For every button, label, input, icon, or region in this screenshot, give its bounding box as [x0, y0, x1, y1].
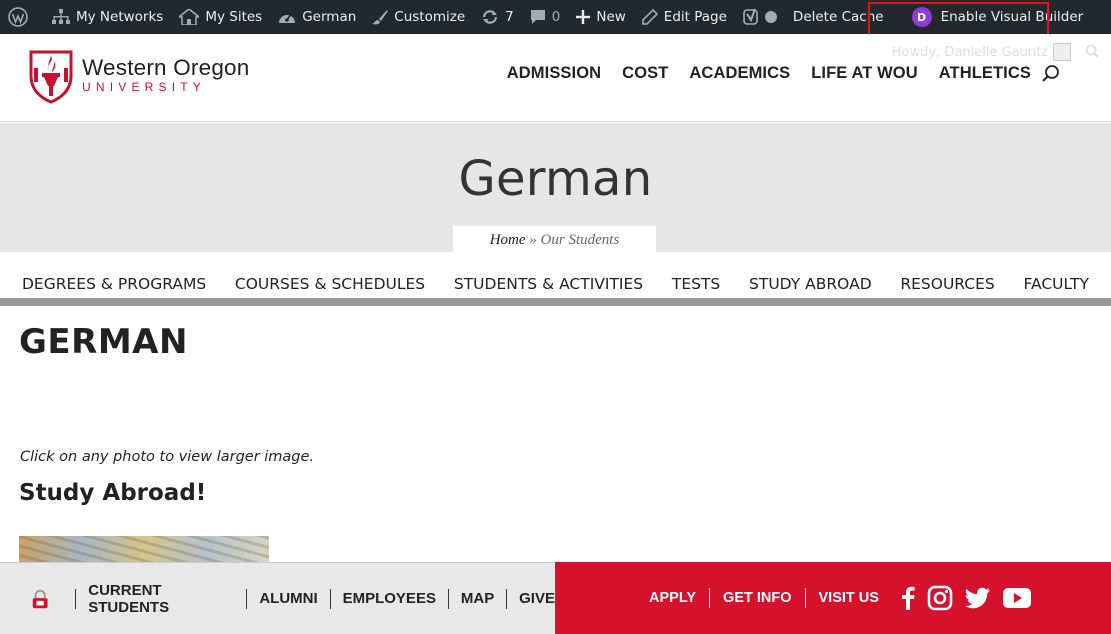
instagram-icon[interactable]: [927, 585, 953, 611]
wordpress-logo-button[interactable]: [0, 0, 44, 34]
nav-admission[interactable]: ADMISSION: [507, 64, 601, 83]
site-name-menu[interactable]: German: [270, 0, 364, 34]
sticky-footer-bar: CURRENT STUDENTS ALUMNI EMPLOYEES MAP GI…: [0, 562, 1111, 634]
nav-life-at-wou[interactable]: LIFE AT WOU: [811, 64, 918, 83]
page-title: German: [458, 151, 653, 207]
subnav-courses-schedules[interactable]: COURSES & SCHEDULES: [235, 275, 425, 293]
my-sites-icon: [179, 9, 200, 25]
my-networks-menu[interactable]: My Networks: [44, 0, 171, 34]
footer-visit-us[interactable]: VISIT US: [819, 590, 879, 606]
customize-button[interactable]: Customize: [364, 0, 473, 34]
footer-map[interactable]: MAP: [461, 590, 494, 607]
main-nav: ADMISSION COST ACADEMICS LIFE AT WOU ATH…: [486, 64, 1031, 83]
subnav-divider: [0, 298, 1111, 306]
footer-alumni[interactable]: ALUMNI: [259, 590, 317, 607]
my-sites-label: My Sites: [205, 9, 263, 25]
plus-icon: [576, 10, 591, 24]
nav-academics[interactable]: ACADEMICS: [689, 64, 790, 83]
updates-count: 7: [505, 9, 514, 25]
nav-cost[interactable]: COST: [622, 64, 668, 83]
admin-search-icon[interactable]: [1085, 44, 1099, 58]
subnav-students-activities[interactable]: STUDENTS & ACTIVITIES: [454, 275, 643, 293]
seo-status-dot-icon: [764, 11, 777, 23]
wou-logo-link[interactable]: Western Oregon UNIVERSITY: [28, 46, 249, 104]
subnav-resources[interactable]: RESOURCES: [900, 275, 994, 293]
avatar: [1053, 43, 1071, 61]
my-networks-label: My Networks: [76, 9, 164, 25]
search-icon[interactable]: [1041, 64, 1061, 84]
dashboard-icon: [279, 13, 296, 23]
subnav-faculty[interactable]: FACULTY: [1024, 275, 1089, 293]
subnav-degrees-programs[interactable]: DEGREES & PROGRAMS: [22, 275, 206, 293]
facebook-icon[interactable]: [901, 586, 915, 610]
site-header: Western Oregon UNIVERSITY Howdy, Daniell…: [0, 34, 1111, 122]
wordpress-icon: [8, 7, 28, 27]
nav-athletics[interactable]: ATHLETICS: [939, 64, 1031, 83]
department-subnav: DEGREES & PROGRAMS COURSES & SCHEDULES S…: [0, 252, 1111, 299]
breadcrumb-home-link[interactable]: Home: [490, 232, 526, 248]
torch-shield-logo-icon: [29, 50, 73, 104]
subnav-study-abroad[interactable]: STUDY ABROAD: [749, 275, 872, 293]
breadcrumb-separator: »: [529, 232, 537, 248]
network-icon: [52, 9, 70, 24]
footer-get-info[interactable]: GET INFO: [723, 590, 791, 606]
updates-icon: [483, 10, 498, 24]
yoast-icon: [743, 8, 758, 25]
site-name-label: German: [302, 9, 357, 25]
comments-button[interactable]: 0: [522, 0, 569, 34]
footer-employees[interactable]: EMPLOYEES: [343, 590, 436, 607]
logo-title: Western Oregon: [82, 54, 250, 80]
youtube-icon[interactable]: [1002, 588, 1031, 608]
yoast-seo-menu[interactable]: [735, 0, 785, 34]
howdy-label: Howdy, Danielle Gauntz: [891, 44, 1048, 60]
paintbrush-icon: [372, 10, 389, 25]
howdy-account-menu[interactable]: Howdy, Danielle Gauntz: [892, 43, 1071, 61]
footer-audience-links: CURRENT STUDENTS ALUMNI EMPLOYEES MAP GI…: [0, 562, 555, 634]
breadcrumb-current: Our Students: [540, 232, 620, 248]
my-sites-menu[interactable]: My Sites: [171, 0, 270, 34]
comment-icon: [530, 10, 545, 24]
updates-button[interactable]: 7: [473, 0, 522, 34]
customize-label: Customize: [394, 9, 466, 25]
subnav-tests[interactable]: TESTS: [672, 275, 720, 293]
edit-page-label: Edit Page: [663, 9, 727, 25]
breadcrumb: Home » Our Students: [453, 226, 656, 252]
page-title-band: German Home » Our Students: [0, 123, 1111, 252]
footer-action-links: APPLY GET INFO VISIT US: [555, 562, 1111, 634]
twitter-icon[interactable]: [964, 587, 991, 609]
footer-current-students[interactable]: CURRENT STUDENTS: [88, 582, 234, 616]
comments-count: 0: [551, 9, 561, 25]
new-label: New: [596, 9, 626, 25]
content-heading: GERMAN: [19, 322, 188, 362]
pencil-icon: [641, 9, 658, 25]
edit-page-button[interactable]: Edit Page: [634, 0, 735, 34]
study-abroad-heading: Study Abroad!: [19, 480, 207, 506]
logo-subtitle: UNIVERSITY: [82, 80, 207, 95]
lock-icon[interactable]: [30, 588, 50, 610]
footer-give[interactable]: GIVE: [519, 590, 555, 607]
new-content-menu[interactable]: New: [568, 0, 633, 34]
photo-instruction-text: Click on any photo to view larger image.: [20, 449, 315, 465]
footer-apply[interactable]: APPLY: [649, 590, 696, 606]
